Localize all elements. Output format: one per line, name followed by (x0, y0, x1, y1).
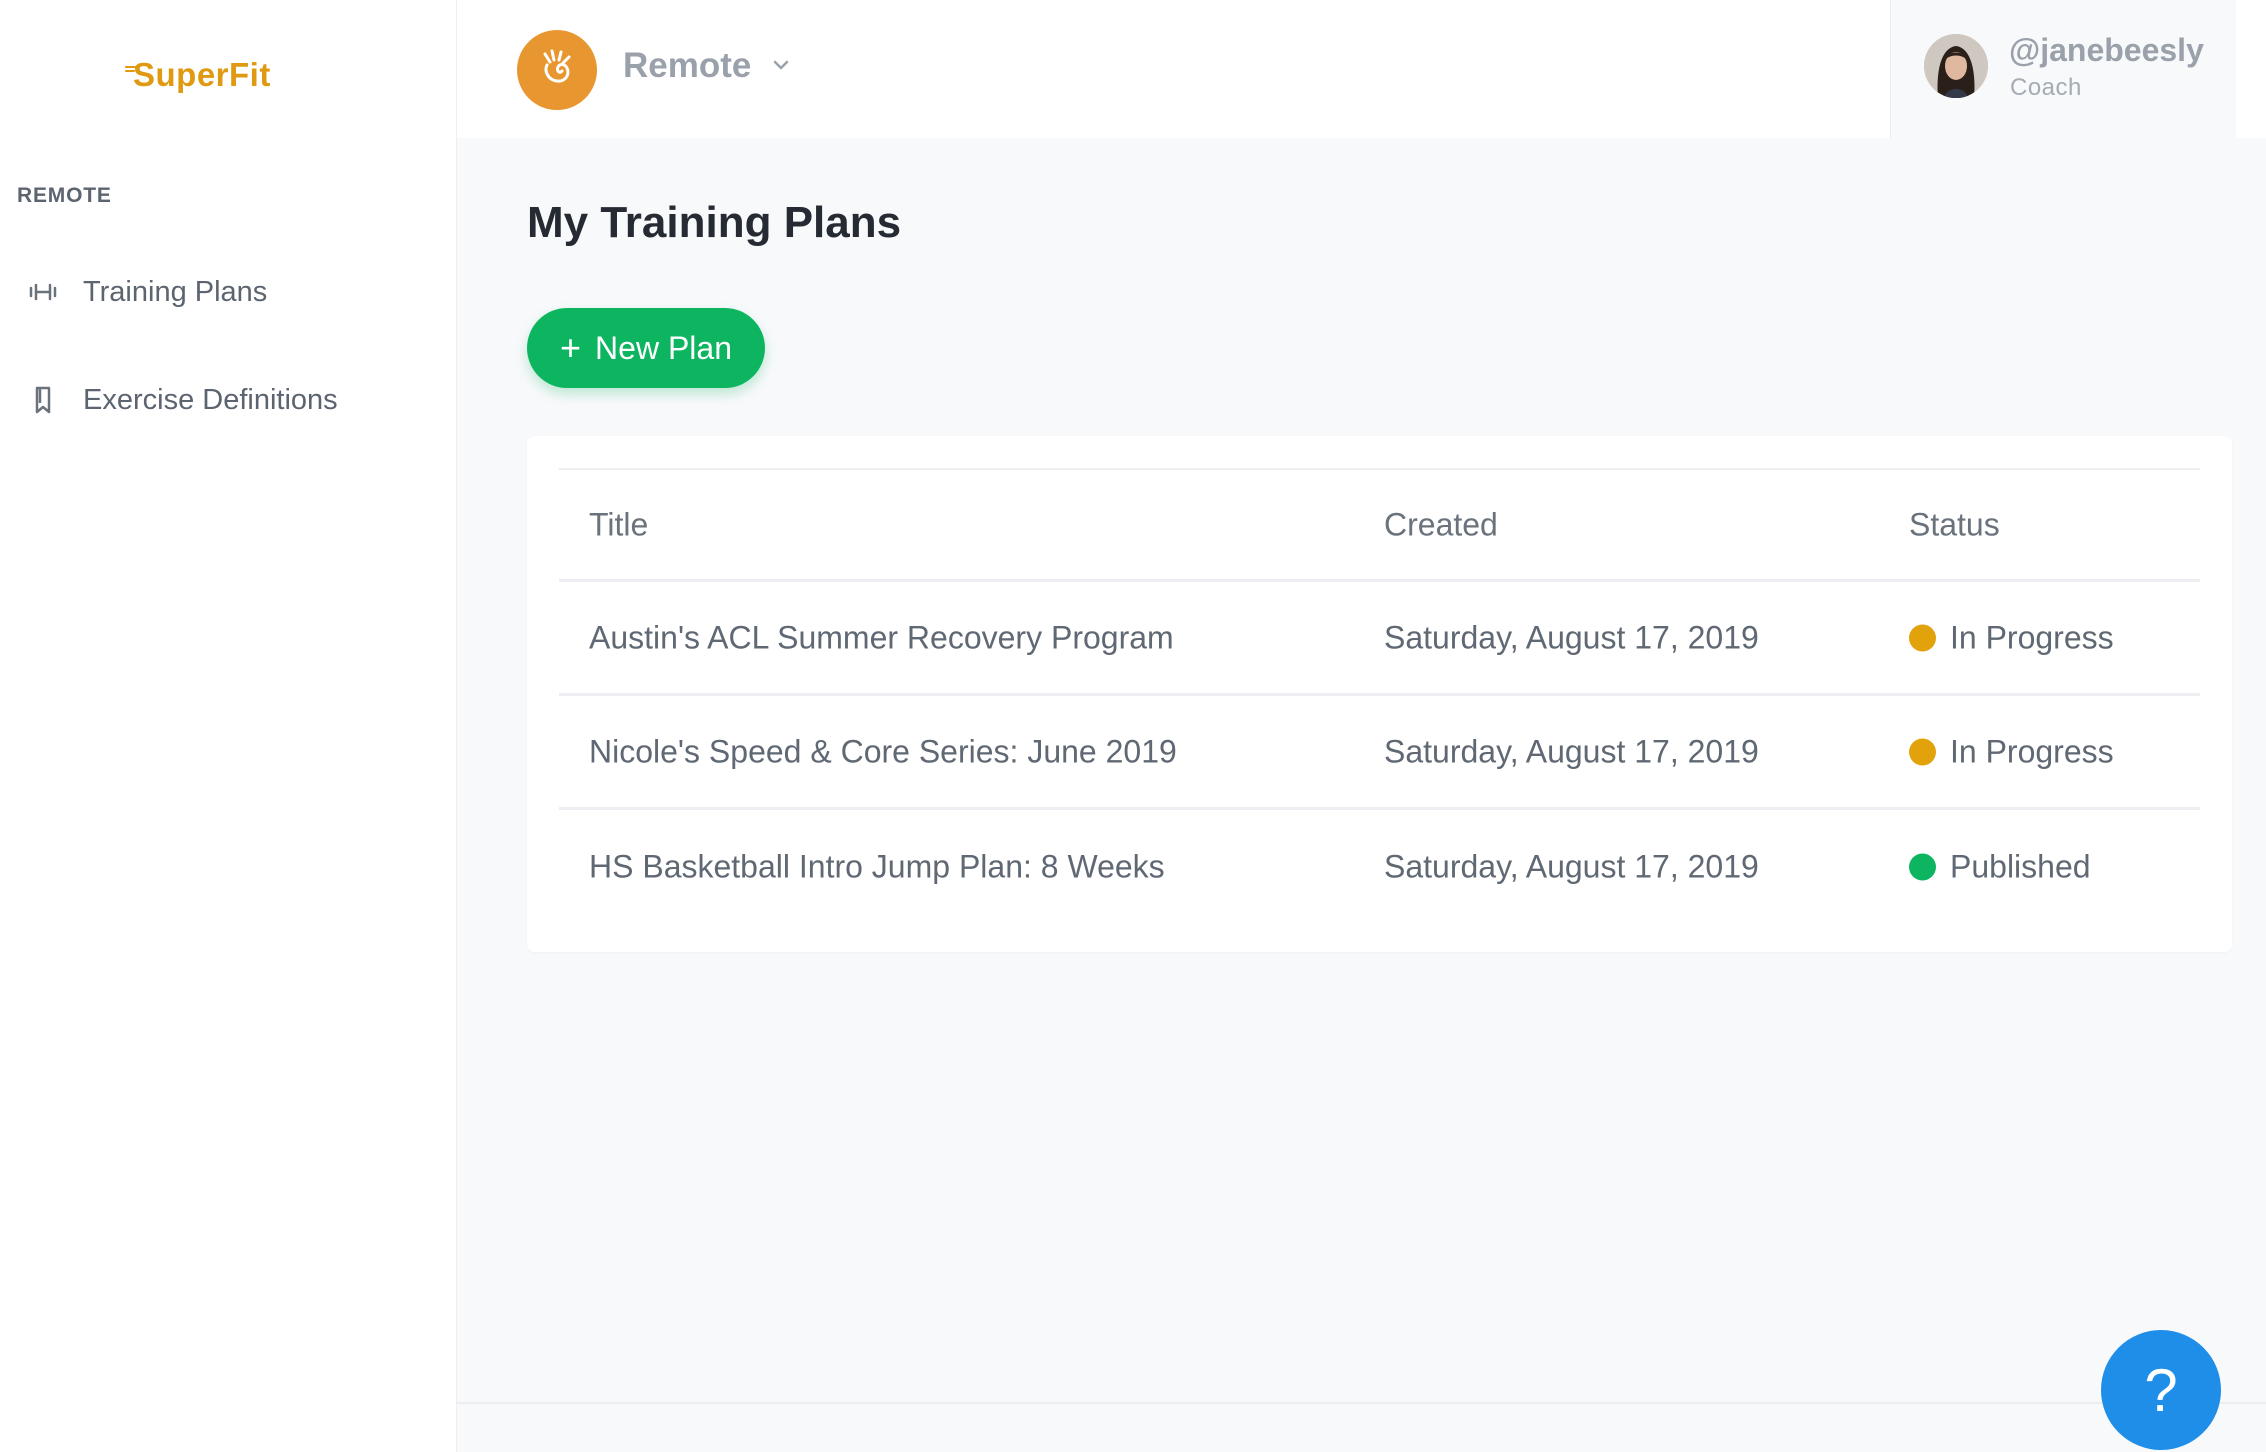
username: @janebeesly (2009, 32, 2204, 68)
footer-divider (457, 1402, 2266, 1404)
status-dot-icon (1909, 624, 1936, 651)
dumbbell-icon (28, 277, 58, 307)
chevron-down-icon[interactable] (771, 55, 791, 75)
org-logo[interactable] (517, 30, 597, 110)
plan-title[interactable]: Nicole's Speed & Core Series: June 2019 (589, 733, 1177, 770)
user-menu[interactable]: @janebeesly Coach (1890, 0, 2236, 138)
training-plans-table: Title Created Status Austin's ACL Summer… (559, 468, 2200, 924)
logo-text: SuperFit (133, 56, 271, 93)
table-row[interactable]: Nicole's Speed & Core Series: June 2019 … (559, 696, 2200, 810)
column-header-status[interactable]: Status (1909, 506, 2000, 543)
new-plan-button[interactable]: + New Plan (527, 308, 765, 388)
plan-title[interactable]: HS Basketball Intro Jump Plan: 8 Weeks (589, 849, 1165, 886)
status-label: Published (1950, 848, 2091, 885)
sidebar: SuperFit REMOTE Training Plans Exercise … (0, 0, 457, 1452)
plan-status: Published (1909, 849, 2091, 886)
table-row[interactable]: HS Basketball Intro Jump Plan: 8 Weeks S… (559, 810, 2200, 924)
bookmark-icon (28, 385, 58, 415)
plan-created: Saturday, August 17, 2019 (1384, 733, 1759, 769)
plan-status: In Progress (1909, 619, 2114, 656)
plan-created: Saturday, August 17, 2019 (1384, 619, 1759, 655)
page-title: My Training Plans (527, 198, 902, 247)
plan-status: In Progress (1909, 733, 2114, 770)
avatar (1924, 34, 1988, 98)
superfit-logo[interactable]: SuperFit (125, 56, 271, 94)
speed-lines-icon (125, 66, 143, 76)
plan-created: Saturday, August 17, 2019 (1384, 848, 1759, 885)
user-role: Coach (2010, 74, 2082, 101)
plus-icon: + (560, 327, 582, 368)
hand-icon (534, 45, 580, 96)
column-header-created[interactable]: Created (1384, 506, 1498, 543)
sidebar-section-label: REMOTE (17, 184, 112, 207)
sidebar-item-exercise-definitions[interactable]: Exercise Definitions (0, 365, 457, 435)
status-dot-icon (1909, 738, 1936, 765)
sidebar-item-label: Exercise Definitions (83, 383, 338, 416)
table-header: Title Created Status (559, 470, 2200, 582)
status-label: In Progress (1950, 619, 2114, 655)
new-plan-label: New Plan (595, 329, 732, 366)
top-bar: Remote @janebeesly Coach (457, 0, 2266, 138)
sidebar-item-label: Training Plans (83, 275, 268, 308)
status-label: In Progress (1950, 733, 2114, 769)
status-dot-icon (1909, 853, 1936, 881)
sidebar-item-training-plans[interactable]: Training Plans (0, 257, 457, 327)
column-header-title[interactable]: Title (589, 506, 648, 543)
table-row[interactable]: Austin's ACL Summer Recovery Program Sat… (559, 582, 2200, 696)
plan-title[interactable]: Austin's ACL Summer Recovery Program (589, 619, 1174, 656)
training-plans-card: Title Created Status Austin's ACL Summer… (527, 436, 2232, 952)
help-button[interactable]: ? (2101, 1330, 2221, 1450)
org-switcher[interactable]: Remote (623, 46, 751, 86)
